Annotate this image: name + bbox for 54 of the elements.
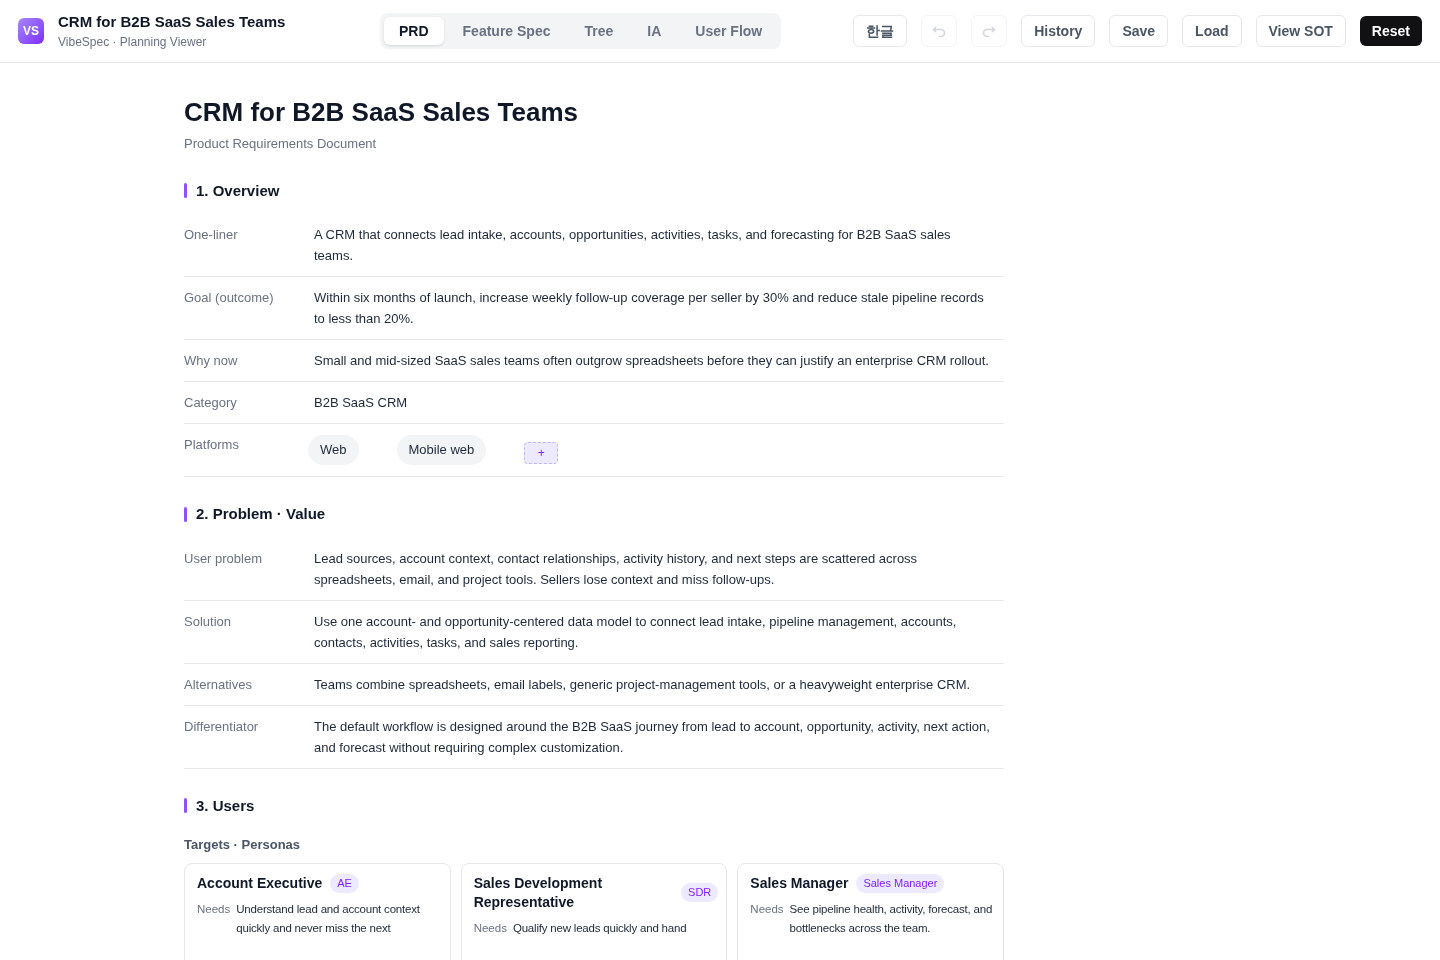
platform-chip: Mobile web [396, 435, 487, 465]
persona-tag: SDR [681, 883, 719, 902]
app-logo: VS [18, 18, 44, 44]
needs-label: Needs [197, 901, 231, 917]
persona-tag: AE [330, 873, 359, 893]
document-subtitle: Product Requirements Document [184, 135, 378, 153]
project-title: CRM for B2B SaaS Sales Teams [58, 11, 286, 32]
field-label: User problem [184, 549, 264, 568]
field-label: Category [184, 394, 238, 412]
tab[interactable]: User Flow [680, 17, 778, 45]
needs-label: Needs [750, 901, 784, 917]
document-title: CRM for B2B SaaS Sales Teams [184, 96, 579, 129]
persona-tag: Sales Manager [856, 873, 945, 893]
undo-icon [932, 25, 947, 37]
field-label: One-liner [184, 226, 239, 244]
toolbar-button[interactable]: View SOT [1255, 15, 1346, 47]
tab[interactable]: IA [632, 17, 677, 45]
subsection-heading: Targets · Personas [184, 836, 302, 854]
field-label: Alternatives [184, 675, 253, 694]
field-label: Differentiator [184, 717, 260, 736]
tab[interactable]: Tree [569, 17, 629, 45]
needs-text: See pipeline health, activity, forecast, and bottlenecks across the team. [789, 901, 994, 936]
field-value: Small and mid-sized SaaS sales teams often outgrow spreadsheets before they can justify an enterprise CRM rollout. [314, 352, 990, 370]
section-heading: 1. Overview [196, 180, 280, 201]
field-label: Goal (outcome) [184, 289, 275, 307]
reset-button[interactable]: Reset [1359, 16, 1422, 46]
field-value: The default workflow is designed around the B2B SaaS journey from lead to account, opportunity, activity, next action, and forecast without requiring complex customization. [314, 717, 991, 757]
persona-name: Sales Manager [750, 873, 849, 893]
redo-icon [982, 25, 997, 37]
field-value: Within six months of launch, increase weekly follow-up coverage per seller by 30% and reduce stale pipeline records to less than 20%. [314, 289, 985, 328]
section-heading: 3. Users [196, 795, 255, 816]
platform-chip: Web [308, 435, 359, 465]
persona-name: Account Executive [197, 873, 323, 893]
toolbar-button[interactable]: Load [1182, 15, 1242, 47]
field-value: A CRM that connects lead intake, accounts, opportunities, activities, tasks, and forecasting for B2B SaaS sales teams. [314, 226, 952, 265]
field-label: Why now [184, 352, 239, 370]
field-label: Solution [184, 612, 232, 631]
field-value: Lead sources, account context, contact relationships, activity history, and next steps are scattered across spreadsheets, email, and project tools. Sellers lose context and miss follow-ups. [314, 549, 919, 589]
add-platform-button[interactable]: + [524, 442, 559, 464]
field-value: Use one account- and opportunity-centered data model to connect lead intake, pipeline management, accounts, contacts, activities, tasks, and sales reporting. [314, 612, 958, 652]
app-subtitle: VibeSpec · Planning Viewer [58, 34, 208, 52]
persona-name: Sales Development Representative [473, 873, 604, 912]
toolbar-button[interactable]: Save [1109, 15, 1169, 47]
field-value: Teams combine spreadsheets, email labels, generic project-management tools, or a heavyweight enterprise CRM. [314, 675, 972, 694]
tab[interactable]: Feature Spec [447, 17, 566, 45]
toolbar-button[interactable]: 한글 [853, 15, 908, 47]
needs-text: Understand lead and account context quickly and never miss the next [236, 901, 421, 936]
tab[interactable]: PRD [384, 17, 444, 45]
needs-text: Qualify new leads quickly and hand [512, 920, 687, 936]
field-value: B2B SaaS CRM [314, 394, 409, 412]
toolbar-button[interactable]: History [1021, 15, 1096, 47]
section-heading: 2. Problem · Value [196, 504, 326, 524]
field-label: Platforms [184, 436, 240, 454]
needs-label: Needs [473, 920, 507, 936]
